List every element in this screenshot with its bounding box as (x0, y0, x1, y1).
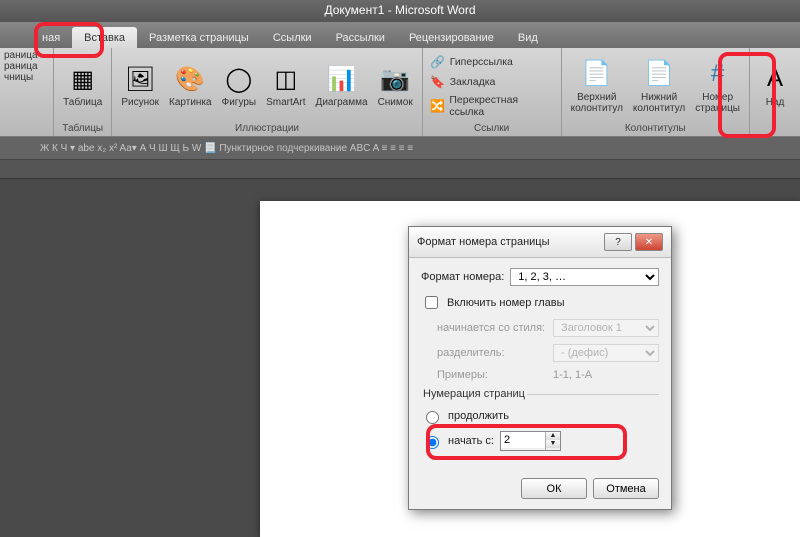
tab-page-layout[interactable]: Разметка страницы (137, 27, 261, 48)
screenshot-button[interactable]: 📷 Снимок (373, 61, 418, 110)
clipart-button[interactable]: 🎨 Картинка (164, 61, 217, 110)
table-button[interactable]: ▦ Таблица (58, 61, 107, 110)
separator-select: - (дефис) (553, 344, 659, 362)
format-bar-content: Ж К Ч ▾ abe x₂ x² Aa▾ А Ч Ш Щ Ь W 📃 Пунк… (40, 143, 413, 154)
examples-value: 1-1, 1-A (553, 369, 592, 381)
bookmark-label: Закладка (450, 76, 496, 88)
ribbon-tabs: ная Вставка Разметка страницы Ссылки Рас… (0, 22, 800, 48)
mini-format-bar: Ж К Ч ▾ abe x₂ x² Aa▾ А Ч Ш Щ Ь W 📃 Пунк… (0, 137, 800, 160)
picture-label: Рисунок (121, 97, 159, 108)
picture-button[interactable]: 🖼 Рисунок (116, 61, 164, 110)
spinner-up-icon[interactable]: ▲ (546, 432, 560, 440)
blank-page-partial[interactable]: раница (4, 61, 38, 72)
bookmark-button[interactable]: 🔖 Закладка (427, 72, 557, 92)
tab-review[interactable]: Рецензирование (397, 27, 506, 48)
picture-icon: 🖼 (124, 63, 156, 95)
group-text-label (754, 121, 796, 136)
header-button[interactable]: 📄 Верхний колонтитул (566, 56, 628, 116)
hyperlink-label: Гиперссылка (450, 56, 513, 68)
include-chapter-label: Включить номер главы (447, 297, 565, 309)
footer-label: Нижний колонтитул (633, 92, 685, 114)
dialog-title: Формат номера страницы (417, 236, 550, 248)
number-format-label: Формат номера: (421, 271, 504, 283)
tab-references[interactable]: Ссылки (261, 27, 324, 48)
screenshot-label: Снимок (378, 97, 413, 108)
table-icon: ▦ (67, 63, 99, 95)
start-at-input[interactable] (501, 432, 545, 448)
spinner-down-icon[interactable]: ▼ (546, 440, 560, 448)
tab-view[interactable]: Вид (506, 27, 550, 48)
header-icon: 📄 (581, 58, 613, 90)
crossref-button[interactable]: 🔀 Перекрестная ссылка (427, 92, 557, 120)
shapes-button[interactable]: ◯ Фигуры (217, 61, 261, 110)
screenshot-icon: 📷 (379, 63, 411, 95)
start-at-label: начать с: (448, 435, 494, 447)
dialog-close-button[interactable]: ✕ (635, 233, 663, 251)
cover-page-partial[interactable]: раница (4, 50, 38, 61)
bookmark-icon: 🔖 (430, 74, 446, 90)
footer-button[interactable]: 📄 Нижний колонтитул (628, 56, 690, 116)
shapes-icon: ◯ (223, 63, 255, 95)
ruler (0, 160, 800, 179)
footer-icon: 📄 (643, 58, 675, 90)
smartart-button[interactable]: ◫ SmartArt (261, 61, 310, 110)
separator-label: разделитель: (437, 347, 547, 359)
chart-icon: 📊 (326, 63, 358, 95)
tab-mailings[interactable]: Рассылки (324, 27, 397, 48)
numbering-fieldset: Нумерация страниц продолжить начать с: ▲… (421, 388, 659, 460)
include-chapter-checkbox[interactable] (425, 296, 438, 309)
start-at-radio[interactable] (426, 436, 439, 449)
group-pages-label (4, 121, 49, 136)
dialog-titlebar: Формат номера страницы ? ✕ (409, 227, 671, 258)
textbox-icon: A (759, 63, 791, 95)
crossref-icon: 🔀 (430, 98, 446, 114)
hyperlink-icon: 🔗 (430, 54, 446, 70)
clipart-label: Картинка (169, 97, 212, 108)
textbox-label: Над (766, 97, 785, 108)
group-links-label: Ссылки (427, 121, 557, 136)
tab-home-partial[interactable]: ная (30, 27, 72, 48)
chart-button[interactable]: 📊 Диаграмма (311, 61, 373, 110)
textbox-partial[interactable]: A Над (754, 61, 796, 110)
page-number-button[interactable]: # Номер страницы (690, 56, 745, 116)
crossref-label: Перекрестная ссылка (449, 94, 553, 118)
document-area (0, 179, 800, 537)
group-illustrations-label: Иллюстрации (116, 121, 417, 136)
window-title: Документ1 - Microsoft Word (0, 0, 800, 22)
smartart-icon: ◫ (270, 63, 302, 95)
page-break-partial[interactable]: чницы (4, 72, 33, 83)
ribbon: раница раница чницы ▦ Таблица Таблицы 🖼 … (0, 48, 800, 137)
continue-label: продолжить (448, 410, 509, 422)
table-label: Таблица (63, 97, 102, 108)
start-at-spinner[interactable]: ▲ ▼ (500, 431, 561, 451)
number-format-select[interactable]: 1, 2, 3, … (510, 268, 659, 286)
ok-button[interactable]: ОК (521, 478, 587, 499)
continue-radio[interactable] (426, 411, 439, 424)
tab-insert[interactable]: Вставка (72, 27, 137, 48)
examples-label: Примеры: (437, 369, 547, 381)
hyperlink-button[interactable]: 🔗 Гиперссылка (427, 52, 557, 72)
starts-style-label: начинается со стиля: (437, 322, 547, 334)
page-number-format-dialog: Формат номера страницы ? ✕ Формат номера… (408, 226, 672, 510)
group-headerfooter-label: Колонтитулы (566, 121, 745, 136)
starts-style-select: Заголовок 1 (553, 319, 659, 337)
clipart-icon: 🎨 (174, 63, 206, 95)
cancel-button[interactable]: Отмена (593, 478, 659, 499)
header-label: Верхний колонтитул (571, 92, 623, 114)
page-number-label: Номер страницы (695, 92, 740, 114)
page-number-icon: # (702, 58, 734, 90)
group-tables-label: Таблицы (58, 121, 107, 136)
dialog-help-button[interactable]: ? (604, 233, 632, 251)
chart-label: Диаграмма (316, 97, 368, 108)
shapes-label: Фигуры (222, 97, 256, 108)
smartart-label: SmartArt (266, 97, 305, 108)
numbering-legend: Нумерация страниц (421, 388, 527, 400)
